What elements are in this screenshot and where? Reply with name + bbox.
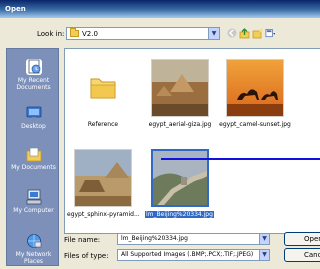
- annotation-pointer-line: [161, 158, 320, 160]
- place-label: My Recent Documents: [16, 77, 51, 91]
- recent-documents-icon: [25, 59, 42, 75]
- file-list[interactable]: Reference egypt_aerial-giza.jpg egypt_ca…: [64, 48, 320, 234]
- file-name: lm_Beijing%20334.jpg: [145, 211, 214, 218]
- cancel-button[interactable]: Cancel: [284, 248, 320, 262]
- file-name-field[interactable]: lm_Beijing%20334.jpg ▼: [117, 233, 270, 245]
- new-folder-icon: [252, 28, 263, 38]
- image-thumbnail: [74, 149, 132, 207]
- chevron-down-icon[interactable]: ▼: [259, 250, 269, 260]
- back-button[interactable]: [226, 27, 237, 39]
- file-name: egypt_sphinx-pyramid...: [67, 211, 140, 218]
- open-button[interactable]: Open: [284, 232, 320, 246]
- my-documents-icon: [26, 146, 42, 162]
- look-in-dropdown[interactable]: V2.0 ▼: [66, 27, 220, 40]
- chevron-down-icon[interactable]: ▼: [208, 28, 219, 39]
- new-folder-button[interactable]: [252, 27, 263, 39]
- open-dialog: Look in: V2.0 ▼ My Recent Documents Desk…: [0, 18, 320, 269]
- file-name-value: lm_Beijing%20334.jpg: [121, 235, 188, 242]
- places-bar: My Recent Documents Desktop My Documents…: [6, 48, 59, 266]
- toolbar: [226, 27, 276, 39]
- place-label: Desktop: [21, 123, 46, 130]
- chevron-down-icon[interactable]: ▼: [259, 234, 269, 244]
- desktop-icon: [26, 105, 42, 121]
- file-name: Reference: [87, 121, 119, 128]
- place-my-documents[interactable]: My Documents: [7, 146, 60, 171]
- place-recent-documents[interactable]: My Recent Documents: [7, 59, 60, 91]
- view-menu-icon: [265, 28, 276, 37]
- folder-icon: [70, 28, 79, 37]
- back-icon: [227, 28, 236, 38]
- file-name: egypt_aerial-giza.jpg: [148, 121, 212, 128]
- my-computer-icon: [26, 189, 42, 205]
- place-my-computer[interactable]: My Computer: [7, 189, 60, 214]
- network-places-icon: [26, 233, 42, 249]
- look-in-value: V2.0: [82, 29, 98, 38]
- place-label: My Computer: [13, 207, 54, 214]
- file-type-dropdown[interactable]: All Supported Images (.BMP;.PCX;.TIF;.JP…: [117, 249, 270, 261]
- up-folder-icon: [239, 27, 250, 38]
- image-thumbnail: [151, 59, 209, 117]
- window-title: Open: [5, 5, 26, 13]
- image-thumbnail: [226, 59, 284, 117]
- file-type-label: Files of type:: [64, 252, 109, 260]
- place-label: My Documents: [11, 164, 56, 171]
- title-bar: Open: [0, 0, 320, 18]
- file-type-value: All Supported Images (.BMP;.PCX;.TIF;.JP…: [121, 251, 254, 258]
- up-folder-button[interactable]: [239, 27, 250, 39]
- file-name-label: File name:: [64, 236, 101, 244]
- folder-icon: [74, 59, 132, 117]
- place-network-places[interactable]: My Network Places: [7, 233, 60, 265]
- look-in-label: Look in:: [37, 30, 65, 38]
- view-menu-button[interactable]: [265, 27, 276, 39]
- file-name: egypt_camel-sunset.jpg: [219, 121, 291, 128]
- place-label: My Network Places: [15, 251, 52, 265]
- place-desktop[interactable]: Desktop: [7, 105, 60, 130]
